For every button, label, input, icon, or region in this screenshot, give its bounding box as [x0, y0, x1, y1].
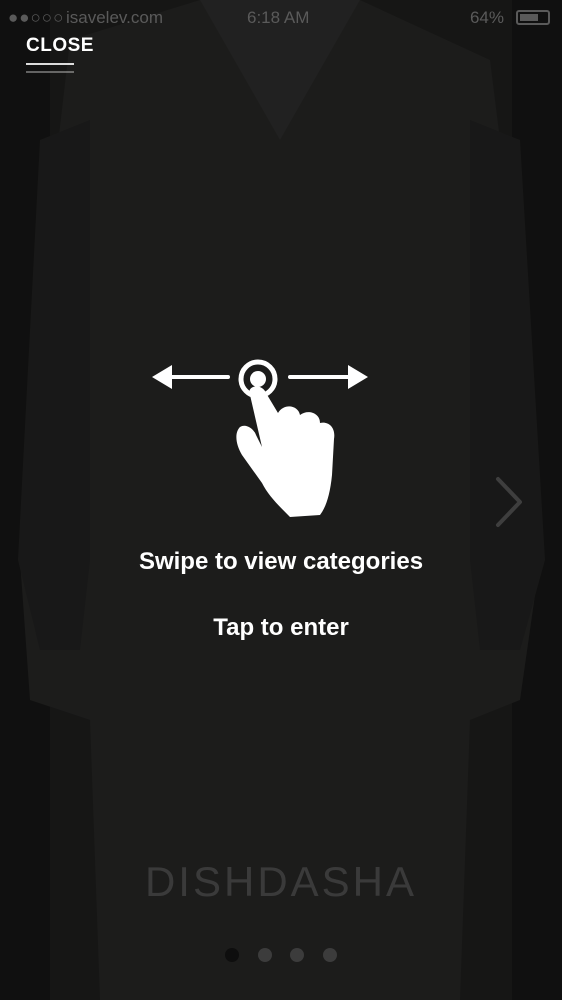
- chevron-right-icon[interactable]: [492, 475, 526, 529]
- swipe-instruction: Swipe to view categories: [138, 548, 424, 575]
- close-underline-divider: [26, 63, 74, 75]
- page-dot-4[interactable]: [322, 948, 337, 962]
- status-time: 6:18 AM: [247, 8, 310, 27]
- page-dot-1[interactable]: [225, 948, 240, 962]
- page-indicator: [0, 948, 562, 967]
- carrier-name: isavelev.com: [66, 8, 163, 27]
- signal-strength-icon: ●●○○○: [8, 8, 65, 27]
- page-dot-3[interactable]: [290, 948, 305, 962]
- category-title[interactable]: DISHDASHA: [0, 858, 562, 906]
- status-bar: ●●○○○ isavelev.com 6:18 AM 64%: [0, 0, 562, 36]
- battery-icon: [516, 10, 550, 25]
- page-dot-2[interactable]: [257, 948, 272, 962]
- tap-instruction: Tap to enter: [213, 614, 349, 641]
- battery-percent: 64%: [469, 8, 504, 27]
- close-button[interactable]: CLOSE: [26, 35, 94, 57]
- tutorial-overlay-screen: ●●○○○ isavelev.com 6:18 AM 64% CLOSE Swi…: [0, 0, 562, 1000]
- swipe-hand-icon: [152, 359, 368, 517]
